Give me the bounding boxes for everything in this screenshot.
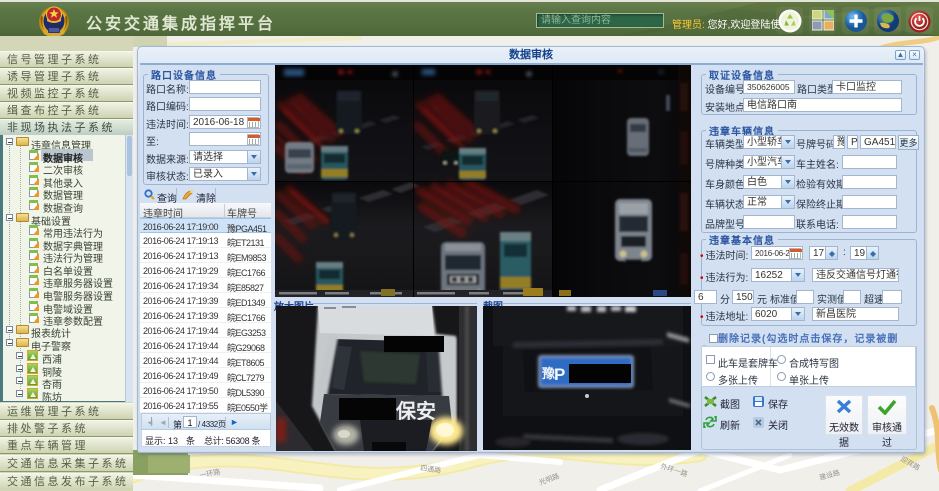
svg-text:P: P <box>554 365 565 384</box>
svg-text:保安: 保安 <box>395 399 436 423</box>
